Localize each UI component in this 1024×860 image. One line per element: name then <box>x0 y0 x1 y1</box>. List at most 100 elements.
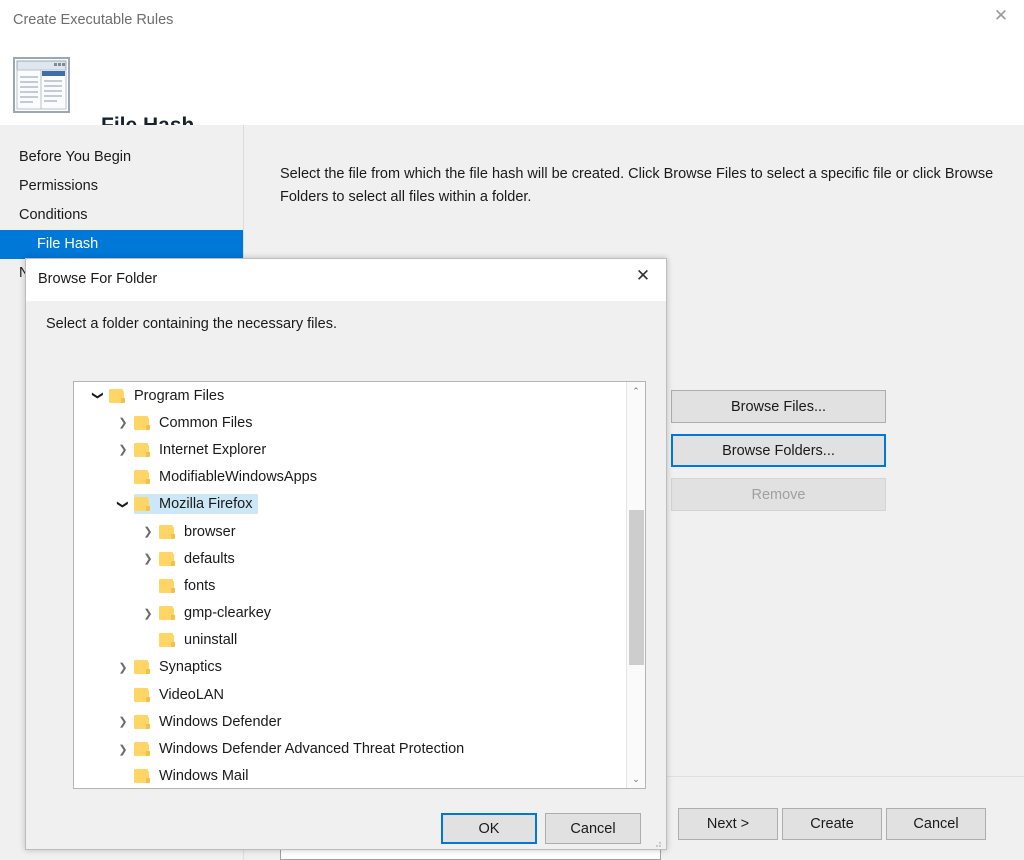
tree-item[interactable]: ModifiableWindowsApps <box>74 464 627 491</box>
tree-item-label: gmp-clearkey <box>184 605 272 622</box>
tree-item-label: browser <box>184 523 236 540</box>
cancel-button[interactable]: Cancel <box>886 808 986 840</box>
scroll-down-icon[interactable]: ⌄ <box>627 770 645 788</box>
tree-item[interactable]: ❯ Synaptics <box>74 654 627 681</box>
tree-item-label: VideoLAN <box>159 686 225 703</box>
next-button[interactable]: Next > <box>678 808 778 840</box>
chevron-right-icon[interactable]: ❯ <box>112 715 134 728</box>
create-button[interactable]: Create <box>782 808 882 840</box>
window-panes-icon <box>13 57 71 114</box>
folder-icon <box>134 470 151 485</box>
tree-item-label: Common Files <box>159 414 253 431</box>
chevron-right-icon[interactable]: ❯ <box>137 552 159 565</box>
sidebar-item-permissions[interactable]: Permissions <box>0 172 243 201</box>
tree-item-content: Program Files <box>109 386 230 406</box>
wizard-header: File Hash <box>0 40 1024 137</box>
tree-item-content: ModifiableWindowsApps <box>134 467 323 487</box>
browse-folders-button[interactable]: Browse Folders... <box>671 434 886 467</box>
folder-icon <box>159 633 176 648</box>
chevron-right-icon[interactable]: ❯ <box>112 416 134 429</box>
tree-item-label: Windows Defender Advanced Threat Protect… <box>159 741 465 758</box>
ok-button[interactable]: OK <box>441 813 537 844</box>
dialog-title: Browse For Folder <box>38 271 158 287</box>
browse-files-button[interactable]: Browse Files... <box>671 390 886 423</box>
dialog-titlebar: Browse For Folder ✕ <box>26 259 666 301</box>
tree-item[interactable]: ❯ Windows Defender <box>74 708 627 735</box>
tree-scrollbar[interactable]: ⌃ ⌄ <box>626 382 645 788</box>
tree-item-content: VideoLAN <box>134 685 230 705</box>
tree-item-label: Windows Defender <box>159 713 282 730</box>
folder-tree-items: ❯ Program Files ❯ Common Files ❯ Internet Exp… <box>74 382 627 788</box>
folder-icon <box>159 606 176 621</box>
folder-icon <box>134 497 151 512</box>
close-icon[interactable]: ✕ <box>620 259 666 291</box>
tree-item-content: Synaptics <box>134 657 228 677</box>
browse-for-folder-dialog: Browse For Folder ✕ Select a folder cont… <box>25 258 667 850</box>
tree-item-content: defaults <box>159 549 241 569</box>
folder-icon <box>134 660 151 675</box>
tree-item[interactable]: ❯ defaults <box>74 545 627 572</box>
tree-item-content: Windows Mail <box>134 766 254 786</box>
folder-icon <box>134 742 151 757</box>
tree-item-content: Internet Explorer <box>134 440 272 460</box>
tree-item-content: Windows Defender <box>134 712 288 732</box>
tree-item[interactable]: ❯ Mozilla Firefox <box>74 491 627 518</box>
dialog-prompt: Select a folder containing the necessary… <box>46 316 337 332</box>
tree-item-label: ModifiableWindowsApps <box>159 469 317 486</box>
chevron-right-icon[interactable]: ❯ <box>137 525 159 538</box>
scrollbar-thumb[interactable] <box>629 510 644 665</box>
tree-item-label: defaults <box>184 550 235 567</box>
chevron-right-icon[interactable]: ❯ <box>112 661 134 674</box>
remove-button: Remove <box>671 478 886 511</box>
folder-icon <box>159 524 176 539</box>
chevron-right-icon[interactable]: ❯ <box>112 743 134 756</box>
window-title: Create Executable Rules <box>13 12 174 28</box>
tree-item-label: Internet Explorer <box>159 441 267 458</box>
tree-item-label: Program Files <box>134 387 225 404</box>
tree-item[interactable]: uninstall <box>74 627 627 654</box>
cancel-button[interactable]: Cancel <box>545 813 641 844</box>
wizard-titlebar: Create Executable Rules ✕ <box>0 0 1024 40</box>
tree-item[interactable]: Windows Mail <box>74 763 627 788</box>
tree-item-content: browser <box>159 522 242 542</box>
tree-item-content: Windows Defender Advanced Threat Protect… <box>134 739 470 759</box>
sidebar-item-file-hash[interactable]: File Hash <box>0 230 243 259</box>
tree-item-content: Mozilla Firefox <box>134 494 259 515</box>
folder-icon <box>134 714 151 729</box>
scroll-up-icon[interactable]: ⌃ <box>627 382 645 400</box>
folder-icon <box>134 415 151 430</box>
folder-icon <box>134 442 151 457</box>
page-description: Select the file from which the file hash… <box>280 166 994 205</box>
tree-item-content: uninstall <box>159 630 243 650</box>
tree-item-content: gmp-clearkey <box>159 603 277 623</box>
tree-item-label: Windows Mail <box>159 768 249 785</box>
tree-item[interactable]: fonts <box>74 572 627 599</box>
folder-icon <box>134 687 151 702</box>
chevron-down-icon[interactable]: ❯ <box>117 493 130 515</box>
tree-item[interactable]: ❯ Internet Explorer <box>74 436 627 463</box>
folder-icon <box>109 388 126 403</box>
close-icon[interactable]: ✕ <box>978 0 1024 30</box>
chevron-right-icon[interactable]: ❯ <box>137 607 159 620</box>
folder-icon <box>159 551 176 566</box>
resize-grip-icon[interactable] <box>652 836 662 847</box>
folder-icon <box>134 769 151 784</box>
chevron-down-icon[interactable]: ❯ <box>92 385 105 407</box>
tree-item[interactable]: VideoLAN <box>74 681 627 708</box>
folder-icon <box>159 578 176 593</box>
tree-item-label: uninstall <box>184 632 238 649</box>
tree-item-content: Common Files <box>134 413 258 433</box>
tree-item[interactable]: ❯ Common Files <box>74 409 627 436</box>
tree-item[interactable]: ❯ Windows Defender Advanced Threat Protec… <box>74 735 627 762</box>
folder-tree[interactable]: ❯ Program Files ❯ Common Files ❯ Internet Exp… <box>73 381 646 789</box>
tree-item-label: Mozilla Firefox <box>159 496 253 513</box>
tree-item-label: Synaptics <box>159 659 222 676</box>
sidebar-item-conditions[interactable]: Conditions <box>0 201 243 230</box>
tree-item[interactable]: ❯ Program Files <box>74 382 627 409</box>
tree-item-content: fonts <box>159 576 221 596</box>
tree-item-label: fonts <box>184 577 216 594</box>
tree-item[interactable]: ❯ gmp-clearkey <box>74 600 627 627</box>
chevron-right-icon[interactable]: ❯ <box>112 443 134 456</box>
sidebar-item-before-you-begin[interactable]: Before You Begin <box>0 143 243 172</box>
tree-item[interactable]: ❯ browser <box>74 518 627 545</box>
